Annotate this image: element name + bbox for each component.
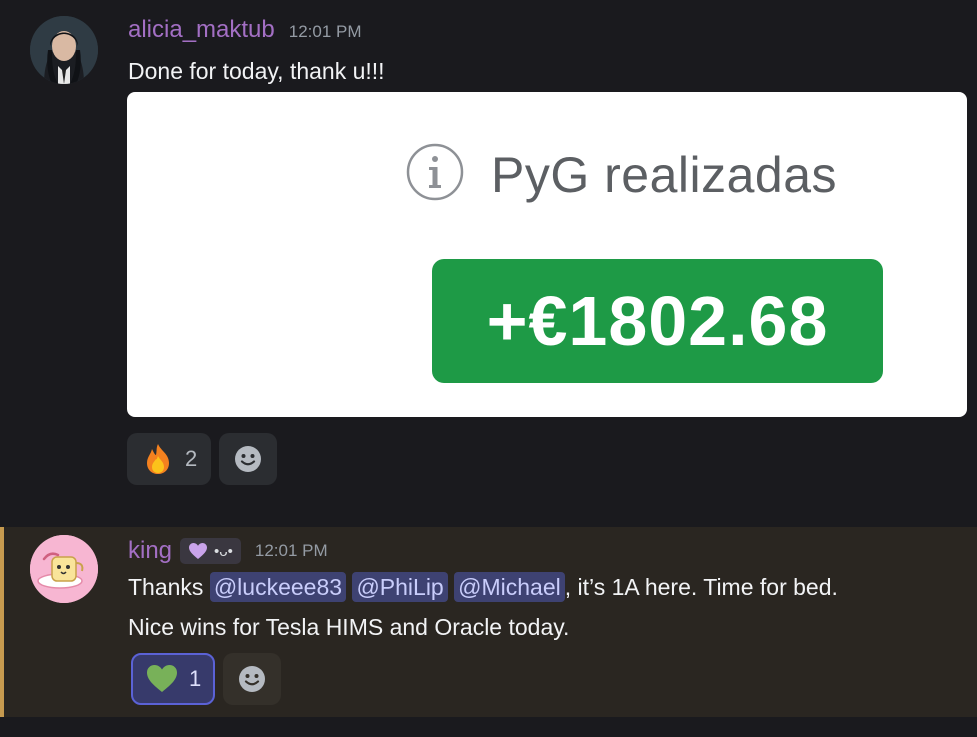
message-alicia: alicia_maktub 12:01 PM Done for today, t… [0, 0, 977, 520]
image-attachment[interactable]: PyG realizadas +€1802.68 [127, 92, 967, 417]
text-prefix: Thanks [128, 574, 210, 600]
message-text: Done for today, thank u!!! [128, 58, 385, 84]
avatar[interactable] [30, 16, 98, 84]
message-header: alicia_maktub 12:01 PM [128, 14, 362, 46]
embed-title: PyG realizadas [491, 146, 838, 203]
message-header: king •ᴗ• 12:01 PM [128, 535, 328, 567]
badge-text: •ᴗ• [214, 542, 233, 560]
text-line-2: Nice wins for Tesla HIMS and Oracle toda… [128, 614, 570, 640]
message-text: Thanks @luckeee83 @PhiLip @Michael, it’s… [128, 567, 838, 647]
avatar-image [30, 16, 98, 84]
avatar-image [30, 535, 98, 603]
purple-heart-icon [189, 543, 208, 559]
fire-icon [147, 444, 169, 474]
text-suffix: , it’s 1A here. Time for bed. [564, 574, 838, 600]
mention-philip[interactable]: @PhiLip [352, 572, 448, 602]
username[interactable]: alicia_maktub [128, 14, 275, 46]
reaction-count: 2 [185, 446, 198, 471]
info-icon [405, 142, 465, 207]
pnl-value-box: +€1802.68 [432, 259, 883, 383]
smiley-icon [235, 446, 262, 472]
add-reaction-button[interactable] [223, 653, 282, 705]
reactions: 2 [127, 433, 278, 485]
green-heart-icon [147, 665, 177, 692]
message-king: king •ᴗ• 12:01 PM Thanks @luckeee83 @Phi… [0, 527, 977, 717]
pnl-value: +€1802.68 [486, 282, 829, 360]
timestamp[interactable]: 12:01 PM [289, 22, 362, 42]
reaction-green-heart[interactable]: 1 [131, 653, 216, 705]
chat-messages: alicia_maktub 12:01 PM Done for today, t… [0, 0, 977, 737]
reaction-count: 1 [189, 666, 202, 691]
mention-michael[interactable]: @Michael [454, 572, 565, 602]
embed-title-row: PyG realizadas [405, 142, 837, 207]
add-reaction-button[interactable] [219, 433, 278, 485]
avatar[interactable] [30, 535, 98, 603]
reactions: 1 [131, 653, 282, 705]
reaction-fire[interactable]: 2 [127, 433, 212, 485]
username[interactable]: king [128, 535, 172, 567]
timestamp[interactable]: 12:01 PM [255, 541, 328, 561]
mention-luckeee83[interactable]: @luckeee83 [209, 572, 347, 602]
user-badge[interactable]: •ᴗ• [180, 538, 241, 564]
smiley-icon [239, 666, 266, 692]
